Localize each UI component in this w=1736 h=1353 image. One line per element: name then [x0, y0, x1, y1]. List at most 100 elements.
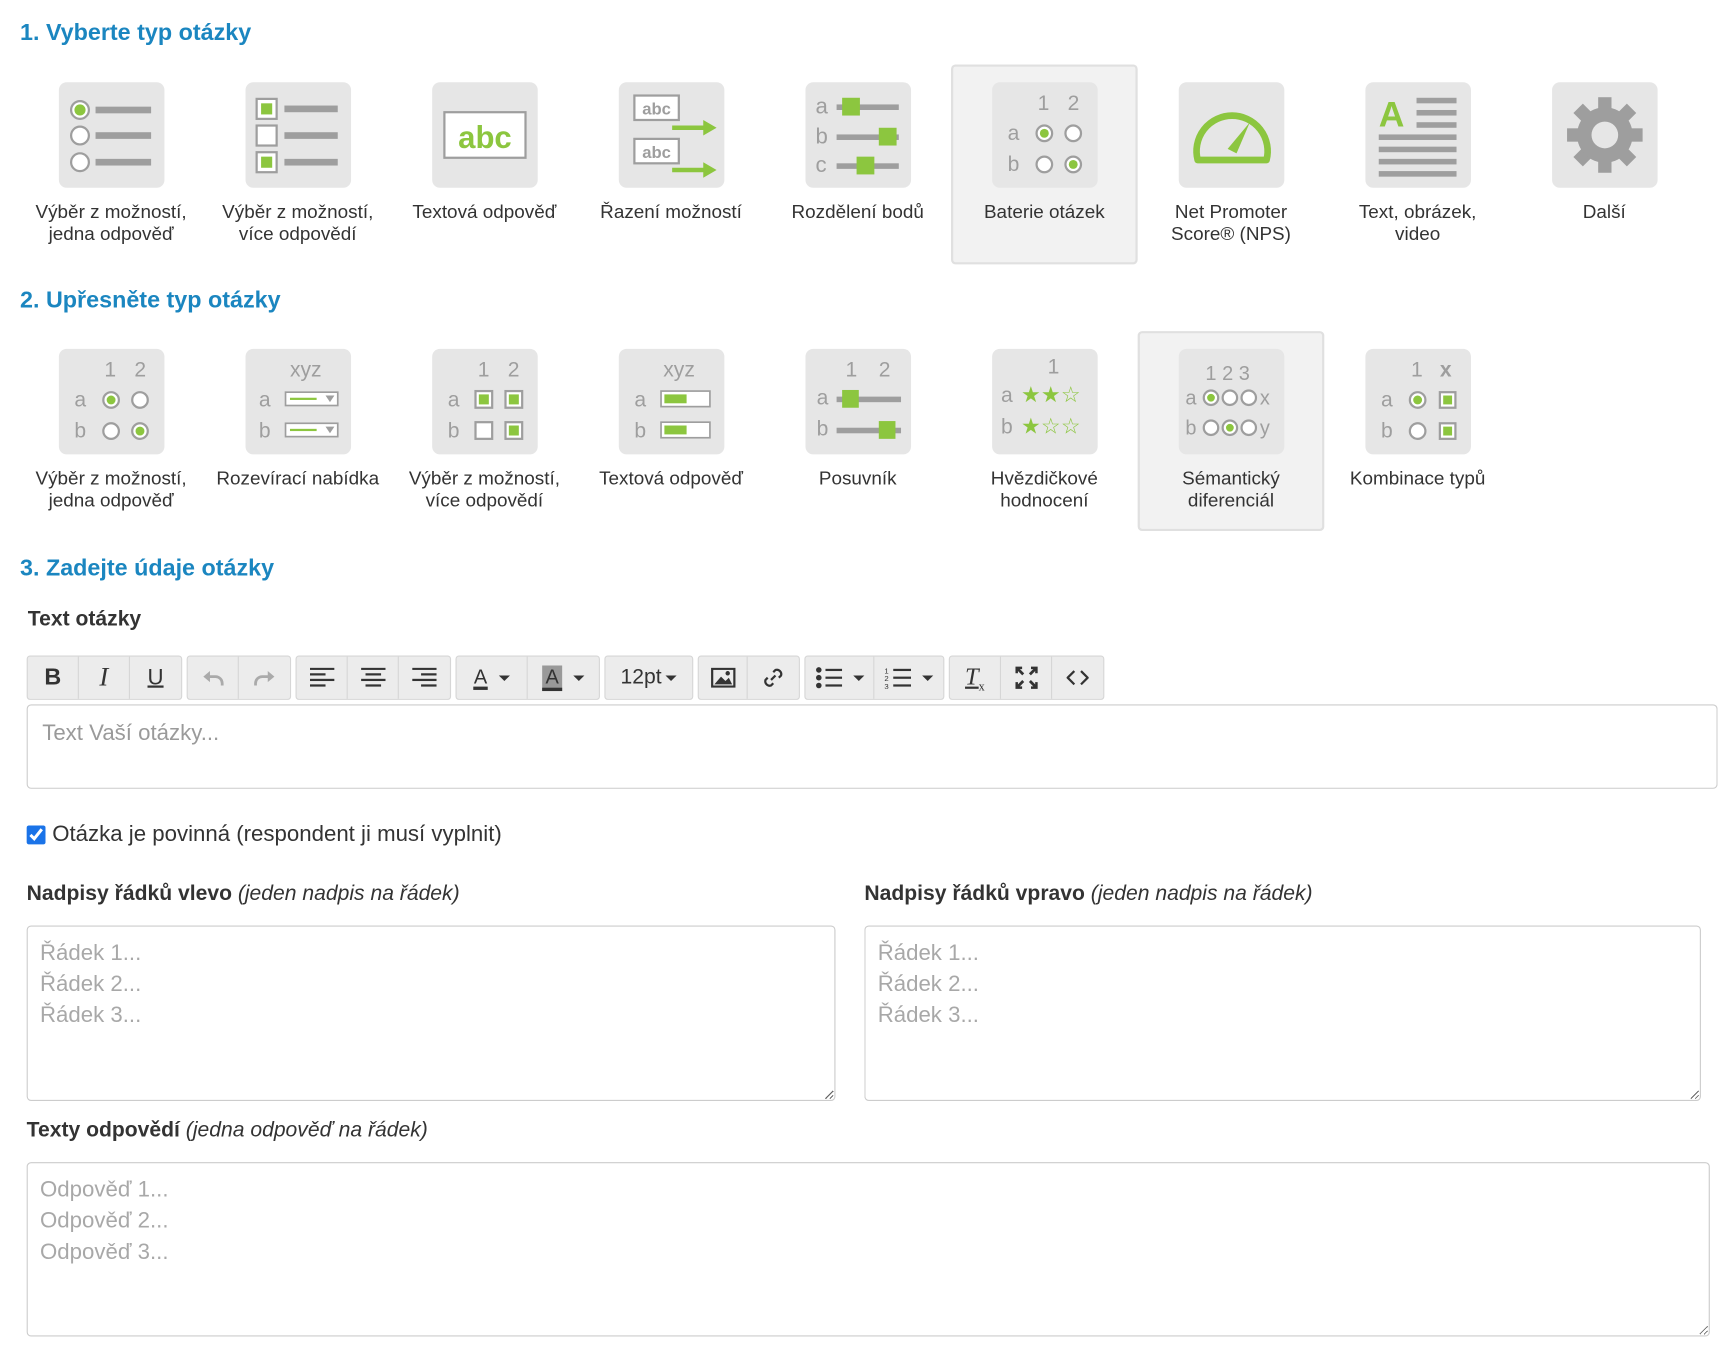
svg-text:b: b	[816, 418, 828, 441]
svg-text:abc: abc	[458, 120, 512, 155]
subtype-multiple-choice[interactable]: 12 a b Výběr z možností, více odpovědí	[391, 331, 578, 531]
align-right-button[interactable]	[399, 657, 450, 699]
svg-text:a: a	[1185, 387, 1197, 409]
type-label: Textová odpověď	[412, 201, 557, 223]
section-3-title: 3. Zadejte údaje otázky	[19, 555, 275, 582]
redo-button[interactable]	[239, 657, 290, 699]
insert-link-button[interactable]	[748, 657, 799, 699]
underline-button[interactable]: U	[130, 657, 181, 699]
italic-button[interactable]: I	[79, 656, 130, 699]
type-label: Textová odpověď	[599, 467, 743, 489]
matrix-stars-icon: 1 a ★★☆ b ★☆☆	[991, 348, 1098, 455]
svg-text:a: a	[816, 386, 828, 409]
image-icon	[710, 667, 735, 688]
fullscreen-button[interactable]	[1001, 656, 1053, 699]
answers-textarea[interactable]	[26, 1162, 1710, 1337]
svg-text:b: b	[1007, 153, 1019, 176]
subtype-dropdown[interactable]: xyz a b Rozevírací nabídka	[204, 331, 391, 531]
semantic-differential-icon: 1 2 3 a x b y	[1178, 348, 1284, 455]
redo-icon	[254, 671, 275, 686]
bold-button[interactable]: B	[28, 656, 79, 699]
type-text-answer[interactable]: abc Textová odpověď	[391, 64, 578, 264]
editor-placeholder: Text Vaší otázky...	[42, 721, 220, 746]
svg-text:2: 2	[1067, 92, 1079, 115]
svg-text:b: b	[1000, 415, 1012, 438]
matrix-icon: 12 a b	[991, 82, 1098, 188]
svg-text:b: b	[258, 420, 270, 443]
answers-hint: (jedna odpověď na řádek)	[185, 1118, 428, 1143]
fullscreen-icon	[1014, 666, 1038, 689]
type-label: Výběr z možností, více odpovědí	[408, 467, 560, 512]
type-label: Hvězdičkové hodnocení	[990, 467, 1098, 512]
svg-text:1: 1	[104, 359, 116, 382]
source-code-button[interactable]	[1052, 657, 1103, 699]
subtype-single-choice[interactable]: 12 a b Výběr z možností, jedna odpověď	[18, 331, 205, 531]
right-rows-hint: (jeden nadpis na řádek)	[1090, 882, 1313, 906]
type-nps[interactable]: Net Promoter Score® (NPS)	[1138, 64, 1325, 264]
right-rows-textarea[interactable]	[864, 925, 1701, 1102]
ordering-icon: abc abc	[618, 82, 724, 188]
type-text-image-video[interactable]: A Text, obrázek, video	[1324, 64, 1511, 264]
svg-text:3: 3	[884, 682, 888, 689]
link-icon	[764, 668, 783, 687]
bullet-list-button[interactable]	[805, 656, 875, 699]
subtype-star-rating[interactable]: 1 a ★★☆ b ★☆☆ Hvězdičkové hodnocení	[951, 331, 1138, 531]
numbered-list-button[interactable]: 123	[874, 657, 943, 699]
question-text-editor[interactable]: Text Vaší otázky...	[26, 704, 1718, 789]
left-rows-label: Nadpisy řádků vlevo (jeden nadpis na řád…	[26, 882, 460, 906]
type-label: Další	[1582, 201, 1626, 223]
undo-button[interactable]	[188, 656, 239, 699]
svg-text:c: c	[815, 152, 826, 177]
chevron-down-icon	[573, 674, 585, 681]
type-single-choice[interactable]: Výběr z možností, jedna odpověď	[18, 64, 205, 264]
svg-text:b: b	[1380, 420, 1392, 443]
svg-text:1: 1	[845, 359, 857, 382]
required-label: Otázka je povinná (respondent ji musí vy…	[52, 822, 502, 847]
text-color-button[interactable]: A	[457, 656, 528, 699]
left-rows-textarea[interactable]	[26, 925, 836, 1102]
text-block-icon: A	[1364, 82, 1471, 188]
subtype-semantic-differential[interactable]: 1 2 3 a x b y Sémantický diferenciál	[1137, 331, 1325, 532]
font-size-dropdown[interactable]: 12pt	[605, 657, 692, 699]
type-label: Posuvník	[818, 467, 897, 489]
answers-label: Texty odpovědí (jedna odpověď na řádek)	[26, 1118, 428, 1143]
numbered-list-icon: 123	[884, 667, 912, 689]
align-left-button[interactable]	[297, 656, 348, 699]
type-point-distribution[interactable]: a b c Rozdělení bodů	[764, 64, 951, 264]
svg-text:A: A	[1378, 95, 1404, 135]
svg-text:a: a	[634, 389, 646, 412]
type-ordering[interactable]: abc abc Řazení možností	[578, 64, 765, 264]
svg-text:1: 1	[477, 359, 489, 382]
subtype-combination[interactable]: 1x a b Kombinace typů	[1324, 331, 1511, 531]
question-subtype-list: 12 a b Výběr z možností, jedna odpověď x…	[18, 331, 1511, 532]
gauge-icon	[1178, 82, 1284, 188]
svg-text:a: a	[258, 389, 270, 412]
type-label: Kombinace typů	[1349, 467, 1486, 489]
subtype-text-answer[interactable]: xyz a b Textová odpověď	[578, 331, 765, 531]
svg-text:b: b	[815, 123, 827, 148]
section-2-title: 2. Upřesněte typ otázky	[19, 287, 281, 314]
type-label: Rozevírací nabídka	[216, 467, 380, 489]
required-checkbox-row[interactable]: Otázka je povinná (respondent ji musí vy…	[26, 822, 502, 848]
align-right-icon	[412, 667, 437, 687]
subtype-slider[interactable]: 12 a b Posuvník	[764, 331, 951, 531]
left-rows-hint: (jeden nadpis na řádek)	[237, 882, 460, 906]
type-label: Výběr z možností, jedna odpověď	[35, 201, 187, 245]
background-color-button[interactable]: A	[528, 657, 599, 699]
gear-icon	[1551, 82, 1658, 188]
insert-image-button[interactable]	[699, 656, 748, 699]
align-center-button[interactable]	[348, 656, 399, 699]
type-multiple-choice[interactable]: Výběr z možností, více odpovědí	[204, 64, 391, 264]
clear-formatting-button[interactable]: Tx	[950, 656, 1002, 699]
type-matrix[interactable]: 12 a b Baterie otázek	[951, 64, 1138, 265]
svg-text:y: y	[1259, 417, 1269, 439]
svg-text:2: 2	[878, 359, 890, 382]
svg-text:1: 1	[1047, 355, 1059, 378]
required-checkbox[interactable]	[26, 825, 46, 845]
text-color-icon: A	[473, 666, 488, 690]
section-1-title: 1. Vyberte typ otázky	[19, 19, 252, 46]
svg-text:b: b	[634, 420, 646, 443]
align-left-icon	[309, 667, 334, 687]
type-more[interactable]: Další	[1511, 64, 1698, 264]
clear-formatting-icon: Tx	[965, 661, 985, 694]
